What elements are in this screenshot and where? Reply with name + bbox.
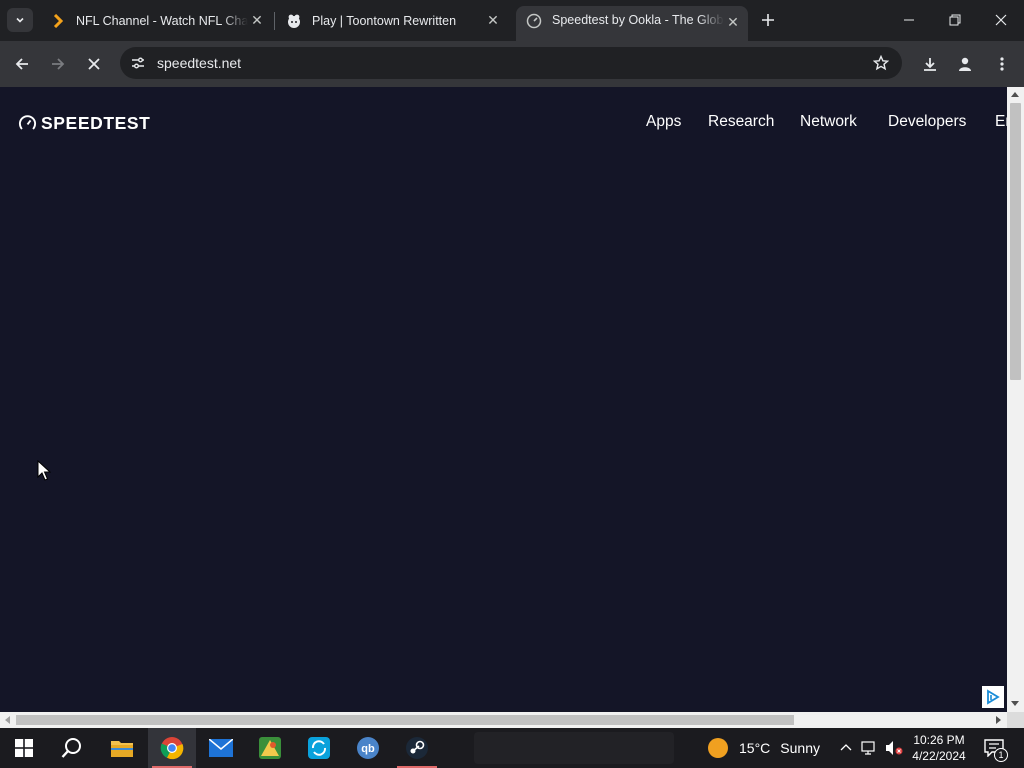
horizontal-scrollbar[interactable]: [0, 712, 1007, 728]
more-vert-icon: [1000, 57, 1004, 71]
nav-link-network[interactable]: Network: [800, 113, 857, 131]
tab-speedtest[interactable]: Speedtest by Ookla - The Global Broadban…: [516, 6, 748, 41]
taskbar-chrome[interactable]: [148, 728, 196, 768]
scroll-down-icon[interactable]: [1011, 701, 1019, 706]
minimize-icon: [904, 19, 914, 21]
profile-icon: [959, 57, 971, 71]
minimize-button[interactable]: [886, 0, 932, 40]
speedtest-gauge-icon: [18, 115, 37, 130]
volume-muted-icon[interactable]: [884, 738, 904, 758]
windows-taskbar: qb 15°C Sunny 10:26 PM 4/22/2024 1: [0, 728, 1024, 768]
taskbar-sync-app[interactable]: [295, 728, 343, 768]
nav-link-enterprise[interactable]: Enterprise: [995, 113, 1007, 131]
tab-nfl[interactable]: NFL Channel - Watch NFL Channel ✕: [40, 6, 272, 35]
close-tab-icon[interactable]: ✕: [484, 12, 502, 30]
chrome-icon: [160, 737, 184, 760]
scroll-thumb[interactable]: [1010, 103, 1021, 380]
logo-text: SPEEDTEST: [41, 113, 151, 133]
adchoices-icon[interactable]: [982, 686, 1004, 708]
close-icon: [995, 14, 1007, 26]
weather-widget[interactable]: 15°C Sunny: [708, 728, 820, 768]
tab-title: NFL Channel - Watch NFL Channel: [76, 13, 248, 28]
scroll-left-icon[interactable]: [5, 716, 10, 724]
bookmark-star-icon[interactable]: [872, 54, 890, 72]
browser-menu-button[interactable]: [986, 48, 1018, 80]
downloads-button[interactable]: [914, 48, 946, 80]
tab-toontown[interactable]: Play | Toontown Rewritten ✕: [276, 6, 508, 35]
taskbar-search-button[interactable]: [48, 728, 96, 768]
close-tab-icon[interactable]: ✕: [248, 12, 266, 30]
taskbar-thumbnail-area: [474, 732, 674, 764]
sun-icon: [708, 738, 728, 758]
new-tab-button[interactable]: [756, 8, 780, 32]
arrow-right-icon: [52, 58, 65, 70]
download-icon: [924, 58, 936, 71]
qbittorrent-icon: qb: [357, 737, 379, 759]
restore-icon: [949, 14, 961, 26]
taskbar-clock[interactable]: 10:26 PM 4/22/2024: [906, 732, 972, 764]
speedtest-logo[interactable]: SPEEDTEST: [18, 113, 150, 134]
speedtest-icon: [526, 13, 542, 29]
steam-icon: [406, 737, 428, 759]
folder-icon: [111, 741, 133, 757]
address-bar[interactable]: speedtest.net: [120, 47, 902, 79]
scroll-up-icon[interactable]: [1011, 92, 1019, 97]
weather-text: Sunny: [780, 740, 820, 756]
nfl-chevron-icon: [50, 13, 66, 29]
chevron-down-icon: [16, 17, 24, 23]
taskbar-file-explorer[interactable]: [98, 728, 146, 768]
mouse-cursor-icon: [37, 460, 51, 481]
url-text[interactable]: speedtest.net: [157, 55, 241, 71]
taskbar-steam[interactable]: [393, 728, 441, 768]
site-settings-icon[interactable]: [129, 54, 147, 72]
clock-date: 4/22/2024: [912, 749, 966, 763]
start-button[interactable]: [0, 728, 48, 768]
mail-icon: [209, 739, 233, 757]
tab-strip: NFL Channel - Watch NFL Channel ✕ Play |…: [0, 0, 1024, 41]
clock-time: 10:26 PM: [913, 733, 965, 747]
tab-title: Play | Toontown Rewritten: [312, 13, 457, 28]
taskbar-mail[interactable]: [197, 728, 245, 768]
search-icon: [61, 738, 81, 758]
scrollbar-corner: [1007, 712, 1024, 728]
nav-link-apps[interactable]: Apps: [646, 113, 681, 131]
browser-toolbar: speedtest.net: [0, 41, 1024, 87]
arrow-left-icon: [15, 58, 28, 70]
restore-button[interactable]: [932, 0, 978, 40]
close-window-button[interactable]: [978, 0, 1024, 40]
weather-temp: 15°C: [739, 740, 771, 756]
toontown-icon: [286, 13, 302, 29]
windows-logo-icon: [15, 739, 33, 757]
forward-button[interactable]: [42, 48, 74, 80]
tab-title: Speedtest by Ookla - The Global Broadban…: [552, 13, 724, 27]
network-tray-icon[interactable]: [860, 738, 880, 758]
show-hidden-icons-button[interactable]: [836, 738, 856, 758]
plus-icon: [762, 14, 774, 26]
sync-app-icon: [308, 737, 330, 759]
screen: NFL Channel - Watch NFL Channel ✕ Play |…: [0, 0, 1024, 768]
chevron-up-icon: [840, 744, 852, 751]
scroll-thumb[interactable]: [16, 715, 794, 725]
nav-link-research[interactable]: Research: [708, 113, 774, 131]
tab-divider: [274, 12, 275, 30]
tab-search-button[interactable]: [7, 8, 33, 32]
nav-link-developers[interactable]: Developers: [888, 113, 966, 131]
back-button[interactable]: [6, 48, 38, 80]
scroll-right-icon[interactable]: [996, 716, 1001, 724]
stop-loading-button[interactable]: [78, 48, 110, 80]
game-app-icon: [259, 737, 281, 759]
close-icon: [88, 58, 100, 70]
svg-text:qb: qb: [361, 743, 375, 755]
profile-button[interactable]: [949, 48, 981, 80]
notification-count-badge: 1: [994, 748, 1008, 762]
action-center-button[interactable]: 1: [980, 734, 1008, 762]
vertical-scrollbar[interactable]: [1007, 87, 1024, 712]
close-tab-icon[interactable]: ✕: [724, 13, 742, 31]
page-content: SPEEDTEST Apps Research Network Develope…: [0, 87, 1007, 712]
taskbar-game-app[interactable]: [246, 728, 294, 768]
taskbar-qbittorrent[interactable]: qb: [344, 728, 392, 768]
